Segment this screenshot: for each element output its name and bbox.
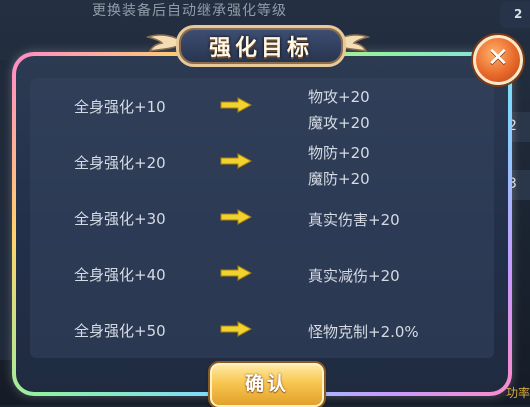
dialog-title-plaque: 强化目标 (146, 23, 370, 67)
row-rewards: 物攻+20 魔攻+20 (308, 84, 370, 136)
row-rewards: 真实伤害+20 (308, 207, 400, 233)
reward-text: 物防+20 (308, 144, 370, 162)
row-rewards: 物防+20 魔防+20 (308, 140, 370, 192)
confirm-label: 确认 (244, 373, 289, 395)
reward-list-panel: 全身强化+10 物攻+20 魔攻+20 全身强化+20 物防+20 魔防+20 … (30, 78, 494, 358)
corner-tab-label: 2 (514, 7, 523, 21)
reward-row: 全身强化+20 物防+20 魔防+20 (30, 134, 494, 190)
background-hint-text: 更换装备后自动继承强化等级 (92, 3, 287, 19)
enhance-target-dialog: 全身强化+10 物攻+20 魔攻+20 全身强化+20 物防+20 魔防+20 … (12, 52, 512, 396)
reward-text: 物攻+20 (308, 88, 370, 106)
reward-row: 全身强化+40 真实减伤+20 (30, 246, 494, 302)
confirm-button[interactable]: 确认 (210, 363, 324, 407)
reward-text: 怪物克制+2.0% (308, 323, 419, 341)
dialog-body: 全身强化+10 物攻+20 魔攻+20 全身强化+20 物防+20 魔防+20 … (16, 56, 508, 392)
row-condition: 全身强化+40 (74, 266, 166, 284)
background-bottom-text: 功率 (505, 386, 530, 400)
dialog-title: 强化目标 (208, 36, 313, 61)
reward-row: 全身强化+30 真实伤害+20 (30, 190, 494, 246)
row-condition: 全身强化+20 (74, 154, 166, 172)
arrow-right-icon (220, 265, 252, 281)
reward-row: 全身强化+10 物攻+20 魔攻+20 (30, 78, 494, 134)
row-condition: 全身强化+10 (74, 98, 166, 116)
reward-text: 魔防+20 (308, 170, 370, 188)
reward-text: 魔攻+20 (308, 114, 370, 132)
reward-text: 真实伤害+20 (308, 211, 400, 229)
close-icon: ✕ (487, 43, 509, 73)
row-rewards: 真实减伤+20 (308, 263, 400, 289)
reward-text: 真实减伤+20 (308, 267, 400, 285)
arrow-right-icon (220, 321, 252, 337)
row-rewards: 怪物克制+2.0% (308, 319, 419, 345)
title-plate: 强化目标 (176, 25, 346, 67)
arrow-right-icon (220, 153, 252, 169)
arrow-right-icon (220, 209, 252, 225)
close-button[interactable]: ✕ (473, 35, 523, 85)
background-corner-tab[interactable]: 2 (500, 2, 530, 28)
row-condition: 全身强化+30 (74, 210, 166, 228)
row-condition: 全身强化+50 (74, 322, 166, 340)
background-left-strip (0, 60, 12, 360)
reward-row: 全身强化+50 怪物克制+2.0% (30, 302, 494, 358)
arrow-right-icon (220, 97, 252, 113)
